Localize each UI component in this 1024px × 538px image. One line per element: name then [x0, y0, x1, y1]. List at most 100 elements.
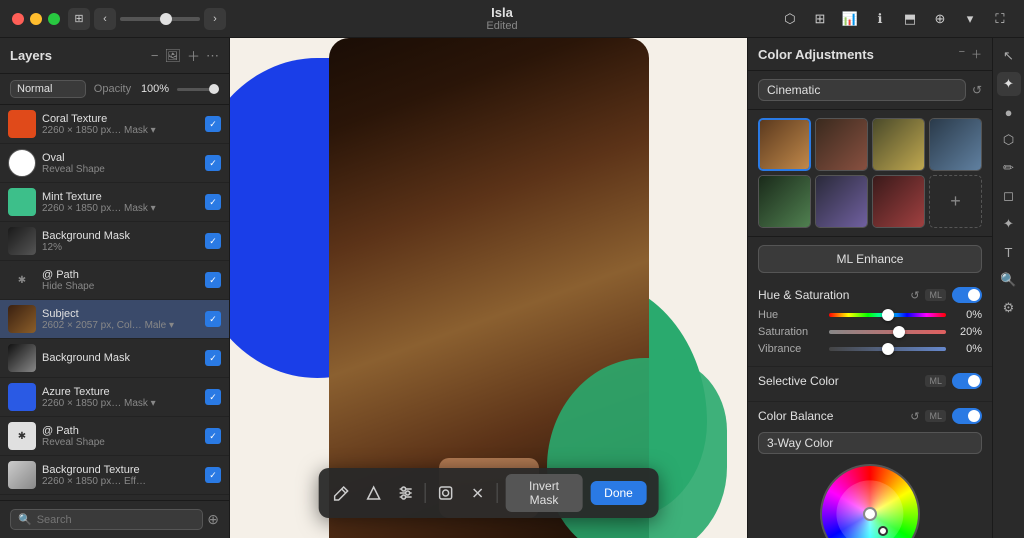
magic-tool-button[interactable]: ✦ [997, 72, 1021, 96]
selective-color-toggle[interactable] [952, 373, 982, 389]
preset-thumb-5[interactable] [758, 175, 811, 228]
preset-reset-button[interactable]: ↺ [972, 83, 982, 97]
preset-select-row: Cinematic ↺ [748, 71, 992, 110]
preset-thumb-1[interactable] [758, 118, 811, 171]
layer-info-oval: Oval Reveal Shape [42, 152, 199, 175]
color-wheel-handle[interactable] [878, 526, 888, 536]
layer-visibility-azure[interactable]: ✓ [205, 389, 221, 405]
layer-item-bg-texture[interactable]: Background Texture 2260 × 1850 px… Eff… … [0, 456, 229, 495]
maximize-button[interactable] [48, 13, 60, 25]
paint-tool-button[interactable]: ✏ [997, 156, 1021, 180]
share-button[interactable]: ⬡ [778, 7, 802, 31]
preset-thumb-7[interactable] [872, 175, 925, 228]
layer-visibility-mint[interactable]: ✓ [205, 194, 221, 210]
add-preset-button[interactable]: + [929, 175, 982, 228]
search-side-button[interactable]: 🔍 [997, 268, 1021, 292]
layer-visibility-bg-mask-2[interactable]: ✓ [205, 350, 221, 366]
layer-visibility-oval[interactable]: ✓ [205, 155, 221, 171]
invert-mask-button[interactable]: Invert Mask [506, 474, 582, 512]
saturation-value: 20% [952, 326, 982, 338]
add-layer-icon[interactable]: ⊕ [207, 511, 219, 528]
layer-visibility-path-1[interactable]: ✓ [205, 272, 221, 288]
hue-sat-refresh-icon[interactable]: ↺ [910, 289, 919, 302]
color-balance-toggle[interactable] [952, 408, 982, 424]
layer-item-bg-mask-2[interactable]: Background Mask ✓ [0, 339, 229, 378]
preset-thumb-3[interactable] [872, 118, 925, 171]
layer-info-bg-mask-2: Background Mask [42, 352, 199, 364]
layer-desc-oval: Reveal Shape [42, 164, 199, 175]
ml-enhance-button[interactable]: ML Enhance [758, 245, 982, 273]
adjustments-panel: Color Adjustments − ＋ Cinematic ↺ [747, 38, 992, 538]
histogram-button[interactable]: 📊 [838, 7, 862, 31]
fullscreen-button[interactable]: ⛶ [988, 7, 1012, 31]
layers-add-icon[interactable]: ＋ [187, 46, 200, 65]
layer-item-mint[interactable]: Mint Texture 2260 × 1850 px… Mask ▾ ✓ [0, 183, 229, 222]
eraser-tool-button[interactable] [362, 479, 386, 507]
zoom-slider[interactable] [120, 17, 200, 21]
preset-thumb-4[interactable] [929, 118, 982, 171]
canvas-area[interactable]: Invert Mask Done [230, 38, 747, 538]
hue-saturation-controls: ↺ ML [910, 287, 982, 303]
layer-item-coral-texture[interactable]: Coral Texture 2260 × 1850 px… Mask ▾ ✓ [0, 105, 229, 144]
main-area: Layers − 🖼 ＋ ⋯ Normal Opacity 100% [0, 38, 1024, 538]
layer-item-bg-mask-1[interactable]: Background Mask 12% ✓ [0, 222, 229, 261]
saturation-slider[interactable] [829, 330, 946, 334]
hue-slider[interactable] [829, 313, 946, 317]
search-input[interactable] [37, 514, 196, 526]
color-wheel[interactable] [820, 464, 920, 538]
layers-minus-icon[interactable]: − [151, 48, 159, 63]
color-balance-controls: ↺ ML [910, 408, 982, 424]
vibrance-slider[interactable] [829, 347, 946, 351]
layer-item-subject[interactable]: Subject 2602 × 2057 px, Col… Male ▾ ✓ [0, 300, 229, 339]
dot-tool-button[interactable]: ● [997, 100, 1021, 124]
layer-visibility-coral[interactable]: ✓ [205, 116, 221, 132]
compare-button[interactable]: ⊕ [928, 7, 952, 31]
blend-mode-select[interactable]: Normal [10, 80, 86, 98]
close-button[interactable] [12, 13, 24, 25]
done-button[interactable]: Done [590, 481, 647, 505]
settings-side-button[interactable]: ⚙ [997, 296, 1021, 320]
layer-visibility-bg-texture[interactable]: ✓ [205, 467, 221, 483]
opacity-slider[interactable] [177, 88, 219, 91]
hue-value: 0% [952, 309, 982, 321]
sidebar-toggle-button[interactable]: ⊞ [68, 8, 90, 30]
export-button[interactable]: ⬒ [898, 7, 922, 31]
preset-select[interactable]: Cinematic [758, 79, 966, 101]
pointer-tool-button[interactable]: ↖ [997, 44, 1021, 68]
layers-photo-icon[interactable]: 🖼 [164, 48, 181, 64]
document-title: Isla [486, 5, 517, 20]
nav-back-button[interactable]: ‹ [94, 8, 116, 30]
close-tool-button[interactable] [465, 479, 489, 507]
minimize-button[interactable] [30, 13, 42, 25]
adjust-tool-button[interactable] [393, 479, 417, 507]
lasso-tool-button[interactable]: ⬡ [997, 128, 1021, 152]
more-button[interactable]: ▾ [958, 7, 982, 31]
brush-tool-button[interactable] [330, 479, 354, 507]
text-tool-button[interactable]: T [997, 240, 1021, 264]
layer-visibility-path-2[interactable]: ✓ [205, 428, 221, 444]
layer-info-coral: Coral Texture 2260 × 1850 px… Mask ▾ [42, 113, 199, 136]
layer-info-path-2: @ Path Reveal Shape [42, 425, 199, 448]
adj-plus-icon[interactable]: ＋ [971, 46, 982, 62]
eraser-side-button[interactable]: ◻ [997, 184, 1021, 208]
color-balance-refresh-icon[interactable]: ↺ [910, 410, 919, 423]
layers-view-button[interactable]: ⊞ [808, 7, 832, 31]
layers-panel-header: Layers − 🖼 ＋ ⋯ [0, 38, 229, 74]
info-button[interactable]: ℹ [868, 7, 892, 31]
preset-thumb-2[interactable] [815, 118, 868, 171]
layer-item-azure[interactable]: Azure Texture 2260 × 1850 px… Mask ▾ ✓ [0, 378, 229, 417]
blend-mode-bar: Normal Opacity 100% [0, 74, 229, 105]
layer-visibility-subject[interactable]: ✓ [205, 311, 221, 327]
hue-sat-toggle[interactable] [952, 287, 982, 303]
adj-minus-icon[interactable]: − [959, 46, 965, 62]
layer-item-path-2[interactable]: ✱ @ Path Reveal Shape ✓ [0, 417, 229, 456]
preset-thumb-6[interactable] [815, 175, 868, 228]
layer-item-path-1[interactable]: ✱ @ Path Hide Shape ✓ [0, 261, 229, 300]
three-way-select[interactable]: 3-Way Color [758, 432, 982, 454]
layer-visibility-bg-mask-1[interactable]: ✓ [205, 233, 221, 249]
layer-item-oval[interactable]: Oval Reveal Shape ✓ [0, 144, 229, 183]
nav-forward-button[interactable]: › [204, 8, 226, 30]
mask-tool-button[interactable] [434, 479, 458, 507]
layers-more-icon[interactable]: ⋯ [206, 48, 219, 64]
color-picker-button[interactable]: ✦ [997, 212, 1021, 236]
